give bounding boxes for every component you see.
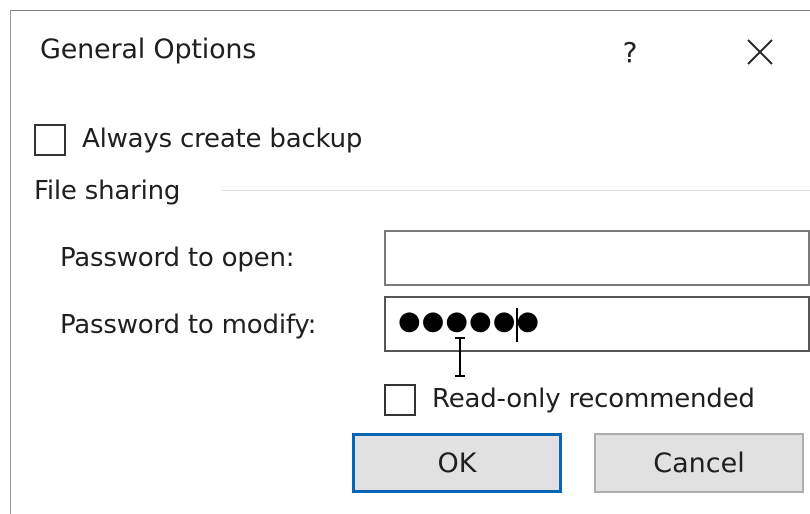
password-to-open-label: Password to open:: [60, 243, 295, 273]
help-icon: ?: [622, 35, 638, 69]
cancel-button[interactable]: Cancel: [594, 433, 804, 493]
general-options-dialog: General Options ? Always create backup F…: [0, 0, 810, 514]
dialog-title: General Options: [40, 34, 257, 65]
file-sharing-group-label: File sharing: [34, 176, 181, 206]
always-create-backup-label: Always create backup: [82, 124, 363, 154]
password-to-modify-label: Password to modify:: [60, 310, 317, 340]
text-caret: [516, 308, 518, 342]
read-only-recommended-checkbox[interactable]: [384, 384, 416, 416]
password-to-modify-value: ●●●●●●: [398, 306, 541, 336]
password-to-open-field[interactable]: [384, 230, 810, 286]
always-create-backup-checkbox[interactable]: [34, 124, 66, 156]
ok-button[interactable]: OK: [352, 433, 562, 493]
dialog-border-top: [10, 10, 810, 11]
read-only-recommended-label: Read-only recommended: [432, 384, 755, 414]
password-to-modify-field[interactable]: ●●●●●●: [384, 296, 810, 352]
help-button[interactable]: ?: [600, 22, 660, 82]
close-button[interactable]: [728, 22, 792, 82]
group-divider: [222, 190, 810, 191]
close-icon: [747, 39, 773, 65]
ibeam-cursor-icon: [455, 337, 465, 377]
dialog-border-left: [10, 10, 11, 514]
